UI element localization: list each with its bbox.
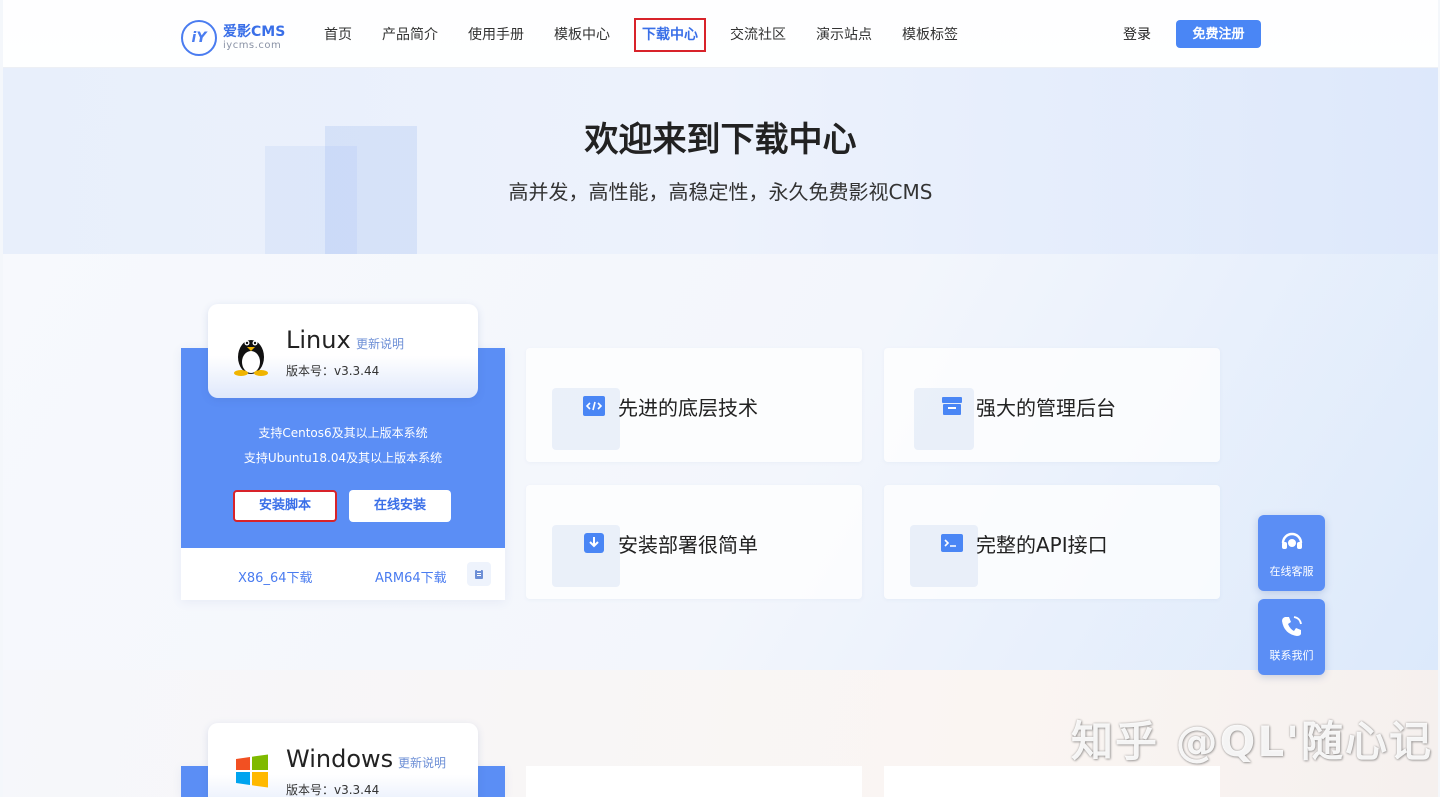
linux-version: 版本号：v3.3.44 xyxy=(286,364,380,378)
download-icon xyxy=(584,533,604,553)
windows-tab: Windows 更新说明 版本号：v3.3.44 xyxy=(208,723,478,797)
nav-template-tags[interactable]: 模板标签 xyxy=(887,18,973,52)
headset-icon xyxy=(1281,532,1302,549)
feature-card-stub xyxy=(526,766,862,797)
feature-label: 先进的底层技术 xyxy=(618,396,758,420)
hero-subtitle: 高并发，高性能，高稳定性，永久免费影视CMS xyxy=(508,180,933,204)
phone-icon xyxy=(1281,616,1302,636)
feature-label: 强大的管理后台 xyxy=(976,396,1116,420)
logo[interactable]: iY 爱影CMS iycms.com xyxy=(181,18,301,58)
online-install-button[interactable]: 在线安装 xyxy=(349,490,451,522)
logo-mark-icon: iY xyxy=(181,20,217,56)
top-header: iY 爱影CMS iycms.com 首页 产品简介 使用手册 模板中心 下载中… xyxy=(3,0,1438,68)
online-service-label: 在线客服 xyxy=(1269,565,1314,578)
nav-community[interactable]: 交流社区 xyxy=(715,18,801,52)
windows-release-notes-link[interactable]: 更新说明 xyxy=(398,754,446,771)
hero-banner: 欢迎来到下载中心 高并发，高性能，高稳定性，永久免费影视CMS xyxy=(3,68,1438,254)
windows-logo-icon xyxy=(236,754,268,788)
nav-templates[interactable]: 模板中心 xyxy=(539,18,625,52)
terminal-icon xyxy=(941,534,963,552)
feature-label: 安装部署很简单 xyxy=(618,533,758,557)
feature-label: 完整的API接口 xyxy=(976,533,1108,557)
inbox-icon xyxy=(942,397,962,415)
feature-card-api: 完整的API接口 xyxy=(884,485,1220,599)
download-x86-link[interactable]: X86_64下载 xyxy=(238,567,313,586)
watermark: 知乎 @QL'随心记 xyxy=(1071,717,1433,766)
linux-tab: Linux 更新说明 版本号：v3.3.44 xyxy=(208,304,478,398)
windows-version: 版本号：v3.3.44 xyxy=(286,783,380,797)
feature-card-deploy: 安装部署很简单 xyxy=(526,485,862,599)
nav-download-center[interactable]: 下载中心 xyxy=(634,18,706,52)
feature-card-tech: 先进的底层技术 xyxy=(526,348,862,462)
logo-domain: iycms.com xyxy=(223,40,282,52)
linux-title: Linux xyxy=(286,326,351,354)
contact-us-button[interactable]: 联系我们 xyxy=(1258,599,1325,675)
linux-support-centos: 支持Centos6及其以上版本系统 xyxy=(258,426,428,440)
page: iY 爱影CMS iycms.com 首页 产品简介 使用手册 模板中心 下载中… xyxy=(3,0,1438,797)
nav-home[interactable]: 首页 xyxy=(309,18,367,52)
login-link[interactable]: 登录 xyxy=(1123,24,1151,44)
install-script-button[interactable]: 安装脚本 xyxy=(233,490,337,522)
linux-support-ubuntu: 支持Ubuntu18.04及其以上版本系统 xyxy=(243,451,443,465)
register-button[interactable]: 免费注册 xyxy=(1176,20,1261,48)
contact-us-label: 联系我们 xyxy=(1269,649,1314,662)
download-arm64-link[interactable]: ARM64下载 xyxy=(375,567,447,586)
online-service-button[interactable]: 在线客服 xyxy=(1258,515,1325,591)
hero-title: 欢迎来到下载中心 xyxy=(584,120,857,160)
feature-card-admin: 强大的管理后台 xyxy=(884,348,1220,462)
copy-icon[interactable] xyxy=(467,562,491,586)
linux-penguin-icon xyxy=(234,340,268,376)
code-icon xyxy=(583,396,605,416)
main-nav: 首页 产品简介 使用手册 模板中心 下载中心 交流社区 演示站点 模板标签 xyxy=(309,18,973,52)
logo-name: 爱影CMS xyxy=(223,23,286,40)
nav-product-intro[interactable]: 产品简介 xyxy=(367,18,453,52)
feature-card-stub xyxy=(884,766,1220,797)
windows-title: Windows xyxy=(286,745,394,773)
nav-demo[interactable]: 演示站点 xyxy=(801,18,887,52)
nav-manual[interactable]: 使用手册 xyxy=(453,18,539,52)
linux-release-notes-link[interactable]: 更新说明 xyxy=(356,335,404,352)
